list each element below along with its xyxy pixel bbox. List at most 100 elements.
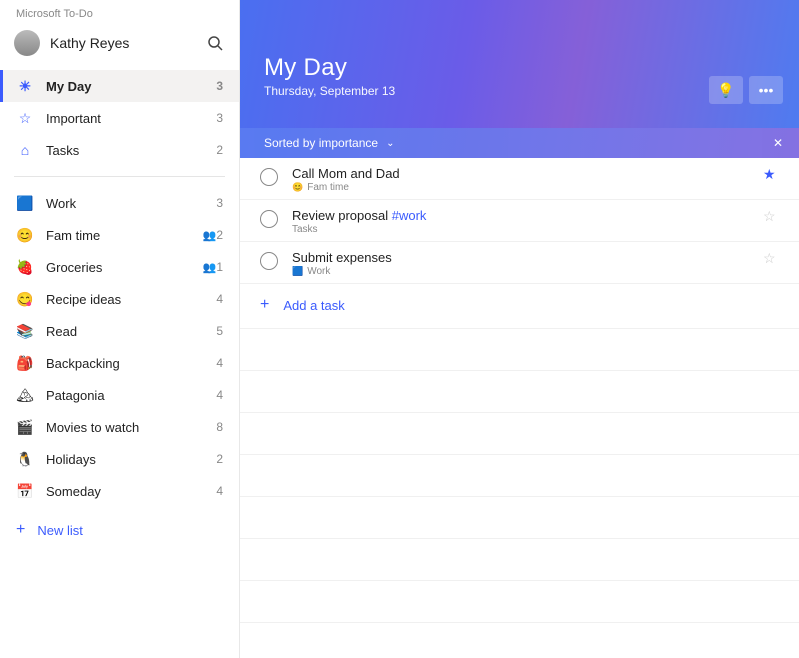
header: My Day Thursday, September 13 💡 ••• [240,0,799,128]
complete-checkbox[interactable] [260,168,278,186]
sidebar-item-label: Recipe ideas [46,292,216,307]
task-title: Review proposal #work [292,208,763,223]
plus-icon: + [260,296,269,314]
app-title: Microsoft To-Do [0,0,239,24]
task-row[interactable]: Call Mom and Dad😊 Fam time ★ [240,158,799,200]
list-emoji-icon: 😋 [16,290,34,308]
sidebar-item-recipe[interactable]: 😋 Recipe ideas4 [0,283,239,315]
empty-row [240,329,799,371]
star-button[interactable]: ★ [763,166,779,183]
sun-icon: ☀ [16,77,34,95]
sidebar-item-label: Backpacking [46,356,216,371]
complete-checkbox[interactable] [260,210,278,228]
list-emoji-icon: 🍓 [16,258,34,276]
header-actions: 💡 ••• [709,76,783,104]
custom-lists: 🟦 Work3 😊 Fam time 👥 2 🍓Groceries👥1 😋 Recipe ide… [0,183,239,511]
new-list-button[interactable]: + New list [0,511,239,549]
sidebar-item-work[interactable]: 🟦 Work3 [0,187,239,219]
sidebar-item-count: 5 [216,324,223,338]
sidebar-item-label: Movies to watch [46,420,216,435]
divider [14,176,225,177]
shared-icon: 👥 [203,261,217,274]
sidebar-item-label: Someday [46,484,216,499]
sidebar-item-count: 4 [216,356,223,370]
sidebar-item-patagonia[interactable]: 🏔Patagonia4 [0,379,239,411]
sidebar-item-count: 2 [216,228,223,242]
task-list: Call Mom and Dad😊 Fam time ★ Review proposa… [240,158,799,658]
search-icon [207,35,223,51]
empty-row [240,623,799,658]
star-icon: ☆ [16,109,34,127]
page-date: Thursday, September 13 [264,84,775,98]
sidebar-item-movies[interactable]: 🎬Movies to watch8 [0,411,239,443]
add-task-button[interactable]: + Add a task [240,284,799,329]
list-emoji-icon: 😊 [292,182,303,193]
suggestions-button[interactable]: 💡 [709,76,743,104]
task-tag: #work [392,208,427,223]
sidebar-item-important[interactable]: ☆ Important 3 [0,102,239,134]
sidebar-item-count: 3 [216,79,223,93]
smart-lists: ☀ My Day 3 ☆ Important 3 ⌂ Tasks 2 [0,66,239,170]
sidebar-item-fam[interactable]: 😊Fam time👥2 [0,219,239,251]
complete-checkbox[interactable] [260,252,278,270]
sidebar-item-count: 1 [216,260,223,274]
sidebar-item-myday[interactable]: ☀ My Day 3 [0,70,239,102]
list-emoji-icon: 🏔 [16,386,34,404]
sidebar-item-tasks[interactable]: ⌂ Tasks 2 [0,134,239,166]
task-list-name: Tasks [292,224,318,235]
ellipsis-icon: ••• [759,82,774,98]
sidebar-item-label: Work [46,196,216,211]
sidebar-item-count: 3 [216,196,223,210]
task-list-name: Work [307,266,330,277]
list-emoji-icon: 🟦 [16,194,34,212]
task-title: Call Mom and Dad [292,166,763,181]
lightbulb-icon: 💡 [717,82,734,99]
sidebar-item-label: Tasks [46,143,216,158]
task-body: Call Mom and Dad😊 Fam time [292,166,763,193]
chevron-down-icon: ⌄ [386,138,394,149]
list-emoji-icon: 😊 [16,226,34,244]
task-body: Review proposal #workTasks [292,208,763,235]
search-button[interactable] [203,31,227,55]
new-list-label: New list [37,523,83,538]
sort-bar[interactable]: Sorted by importance ⌄ ✕ [240,128,799,158]
user-name: Kathy Reyes [50,35,203,51]
sidebar-item-read[interactable]: 📚Read5 [0,315,239,347]
list-emoji-icon: 🟦 [292,266,303,277]
list-emoji-icon: 🐧 [16,450,34,468]
empty-row [240,539,799,581]
task-meta: 🟦 Work [292,266,763,277]
sidebar-item-count: 4 [216,292,223,306]
sidebar-item-groceries[interactable]: 🍓Groceries👥1 [0,251,239,283]
sidebar-item-label: Fam time [46,228,199,243]
task-row[interactable]: Review proposal #workTasks☆ [240,200,799,242]
task-body: Submit expenses🟦Work [292,250,763,277]
add-task-label: Add a task [283,298,344,313]
sidebar-item-count: 8 [216,420,223,434]
sidebar-item-count: 3 [216,111,223,125]
sidebar-item-label: Patagonia [46,388,216,403]
empty-row [240,413,799,455]
sidebar: Microsoft To-Do Kathy Reyes ☀ My Day 3 ☆… [0,0,240,658]
sidebar-item-someday[interactable]: 📅Someday4 [0,475,239,507]
task-list-name: Fam time [307,182,349,193]
sidebar-item-backpacking[interactable]: 🎒 Backpacking4 [0,347,239,379]
star-button[interactable]: ☆ [763,208,779,225]
task-row[interactable]: Submit expenses🟦Work☆ [240,242,799,284]
sidebar-item-count: 2 [216,143,223,157]
empty-row [240,371,799,413]
sidebar-item-holidays[interactable]: 🐧Holidays2 [0,443,239,475]
sidebar-item-label: My Day [46,79,216,94]
sort-text: Sorted by importance [264,136,378,150]
main-area: My Day Thursday, September 13 💡 ••• Sort… [240,0,799,658]
home-icon: ⌂ [16,141,34,159]
sidebar-item-count: 4 [216,484,223,498]
star-button[interactable]: ☆ [763,250,779,267]
plus-icon: + [16,521,25,539]
sidebar-item-label: Read [46,324,216,339]
more-button[interactable]: ••• [749,76,783,104]
avatar[interactable] [14,30,40,56]
list-emoji-icon: 🎒 [16,354,34,372]
task-meta: 😊 Fam time [292,182,763,193]
close-sort-button[interactable]: ✕ [773,136,783,150]
